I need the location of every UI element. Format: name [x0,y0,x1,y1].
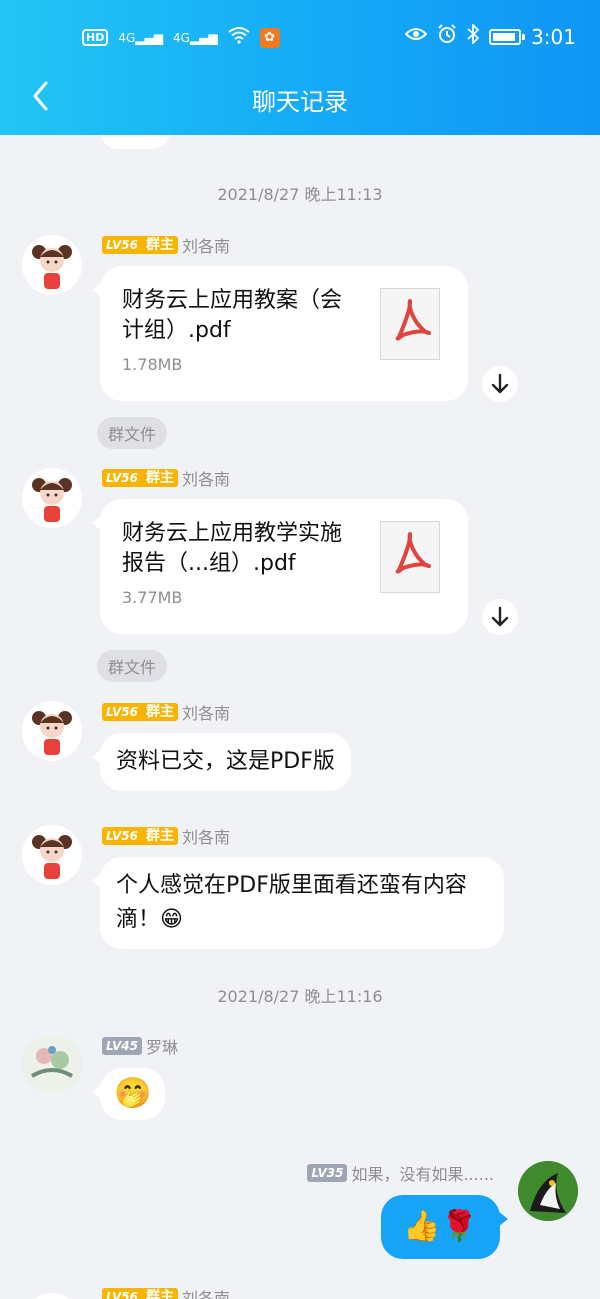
pdf-icon [380,521,440,593]
sender-info: LV56 群主 刘各南 [102,700,230,724]
sender-info: LV56 群主 刘各南 [102,824,230,848]
owner-badge: 群主 [141,469,178,487]
sender-info: LV56 群主 刘各南 [102,1285,230,1299]
sender-name: 刘各南 [181,704,230,723]
signal-icon: 4G▂▄▆ [118,30,163,45]
sender-name: 如果，没有如果...... [351,1165,494,1184]
uc-browser-icon: ✿ [259,27,280,48]
sender-name: 刘各南 [181,470,230,489]
avatar[interactable] [22,825,82,885]
file-message[interactable]: 财务云上应用教案（会计组）.pdf 1.78MB [92,266,468,401]
sim2-label: 4G [172,30,190,45]
app-header: HD 4G▂▄▆ 4G▂▄▆ ✿ 3:01 聊天记录 [0,0,600,135]
chat-history[interactable]: 2021/8/27 晚上11:13 LV56 群主 刘各南 财务云上应用教案（会… [0,135,600,1299]
sender-name: 罗琳 [145,1038,178,1057]
level-badge: LV56 [102,827,142,845]
group-file-tag[interactable]: 群文件 [97,650,168,682]
download-arrow-icon [491,373,509,394]
message-text: 资料已交，这是PDF版 [116,749,335,774]
owner-badge: 群主 [141,827,178,845]
shy-emoji: 🤭 [114,1076,152,1111]
avatar[interactable] [22,235,82,295]
my-sender-info: LV35 如果，没有如果...... [307,1161,494,1185]
previous-message-bubble [100,135,170,149]
download-arrow-icon [491,606,509,627]
sender-name: 刘各南 [181,828,230,847]
text-message[interactable]: 资料已交，这是PDF版 [92,733,351,791]
file-message[interactable]: 财务云上应用教学实施报告（...组）.pdf 3.77MB [92,499,468,634]
status-time: 3:01 [531,24,576,49]
sender-info: LV56 群主 刘各南 [102,466,230,490]
sender-info: LV56 群主 刘各南 [102,233,230,257]
battery-icon [489,28,526,45]
group-file-tag[interactable]: 群文件 [97,417,168,449]
eye-icon [404,26,428,47]
emoji-message[interactable]: 🤭 [91,1068,166,1120]
file-name: 财务云上应用教案（会计组）.pdf [122,288,343,343]
avatar[interactable] [22,701,82,761]
level-badge: LV35 [307,1164,348,1182]
level-badge: LV56 [102,703,142,721]
bluetooth-icon [467,22,480,49]
wifi-icon [227,26,250,49]
sender-info: LV45 罗琳 [102,1034,178,1058]
owner-badge: 群主 [141,1288,178,1299]
level-badge: LV45 [102,1037,142,1055]
sender-name: 刘各南 [181,237,230,256]
avatar[interactable] [22,468,82,528]
status-bar: HD 4G▂▄▆ 4G▂▄▆ ✿ 3:01 [0,20,600,56]
timestamp: 2021/8/27 晚上11:16 [217,987,383,1006]
page-title: 聊天记录 [252,88,348,116]
timestamp: 2021/8/27 晚上11:13 [217,185,383,204]
sender-name: 刘各南 [181,1289,230,1299]
file-name: 财务云上应用教学实施报告（...组）.pdf [122,521,343,576]
pdf-icon [380,288,440,360]
text-message[interactable]: 个人感觉在PDF版里面看还蛮有内容滴！😁 [92,857,504,949]
download-button[interactable] [482,599,518,635]
download-button[interactable] [482,366,518,402]
level-badge: LV56 [102,469,142,487]
level-badge: LV56 [102,236,142,254]
grin-emoji: 😁 [160,907,183,932]
avatar[interactable] [22,1293,82,1299]
alarm-icon [437,24,457,49]
owner-badge: 群主 [141,236,178,254]
sim1-label: 4G [118,30,136,45]
thumbs-up-rose-emoji: 👍🌹 [403,1209,478,1244]
my-emoji-message[interactable]: 👍🌹 [381,1195,508,1259]
signal-icon-2: 4G▂▄▆ [172,30,218,45]
avatar[interactable] [22,1034,82,1094]
owner-badge: 群主 [141,703,178,721]
my-avatar[interactable] [518,1161,578,1221]
hd-icon: HD [82,29,109,46]
level-badge: LV56 [102,1288,142,1299]
